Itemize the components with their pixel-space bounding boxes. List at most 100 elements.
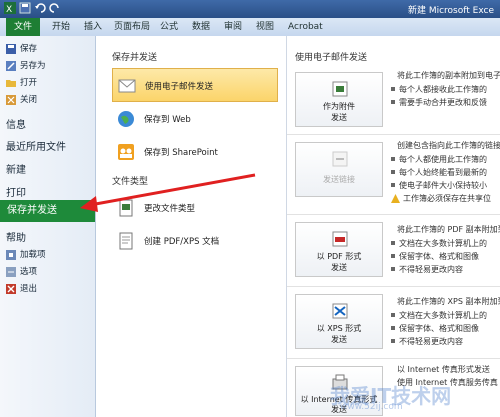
sidebar-item-save-as[interactable]: 另存为 bbox=[0, 57, 95, 75]
annotation-arrow bbox=[80, 173, 256, 212]
quick-access-toolbar: X bbox=[4, 2, 61, 15]
divider bbox=[287, 358, 500, 359]
sidebar-item-label: 打开 bbox=[20, 78, 38, 88]
sidebar-item-label: 另存为 bbox=[20, 61, 46, 71]
tab-home[interactable]: 开始 bbox=[48, 20, 74, 34]
save-qat-icon[interactable] bbox=[19, 2, 31, 14]
svg-text:X: X bbox=[6, 5, 12, 14]
divider bbox=[287, 286, 500, 287]
option-bullet: 每个人始终能看到最新的 bbox=[391, 168, 487, 177]
web-globe-icon bbox=[118, 111, 134, 127]
option-save-sharepoint[interactable]: 保存到 SharePoint bbox=[112, 135, 278, 169]
save-send-panel: 保存并发送 使用电子邮件发送 保存到 Web 保存到 SharePoint 文件… bbox=[96, 36, 287, 417]
save-icon bbox=[6, 44, 16, 54]
option-save-web[interactable]: 保存到 Web bbox=[112, 102, 278, 136]
sidebar-item-print[interactable]: 打印 bbox=[6, 184, 26, 199]
attachment-icon bbox=[332, 81, 348, 97]
divider bbox=[287, 134, 500, 135]
xps-icon bbox=[332, 303, 348, 319]
sidebar-item-addins[interactable]: 加载项 bbox=[0, 246, 95, 264]
option-bullet: 不得轻易更改内容 bbox=[391, 265, 463, 274]
send-link-button[interactable]: 发送链接 bbox=[295, 142, 383, 197]
sidebar-item-label: 保存 bbox=[20, 44, 38, 54]
undo-icon[interactable] bbox=[34, 2, 46, 14]
option-create-pdf-xps[interactable]: 创建 PDF/XPS 文档 bbox=[112, 224, 278, 258]
close-icon bbox=[6, 95, 16, 105]
tab-page-layout[interactable]: 页面布局 bbox=[110, 20, 154, 34]
option-label: 保存到 SharePoint bbox=[144, 148, 218, 158]
button-label: 以 XPS 形式 bbox=[316, 324, 362, 333]
sidebar-item-label: 退出 bbox=[20, 284, 38, 294]
option-send-email[interactable]: 使用电子邮件发送 bbox=[112, 68, 278, 102]
option-bullet: 不得轻易更改内容 bbox=[391, 337, 463, 346]
email-icon bbox=[118, 79, 136, 93]
tab-insert[interactable]: 插入 bbox=[80, 20, 106, 34]
open-folder-icon bbox=[6, 80, 16, 87]
tab-view[interactable]: 视图 bbox=[252, 20, 278, 34]
tab-data[interactable]: 数据 bbox=[188, 20, 214, 34]
option-bullet: 使电子邮件大小保持较小 bbox=[391, 181, 487, 190]
option-description: 以 Internet 传真形式发送 bbox=[397, 365, 490, 374]
save-as-icon bbox=[6, 61, 16, 71]
sidebar-item-new[interactable]: 新建 bbox=[6, 161, 26, 176]
watermark-url: www.52ij.com bbox=[340, 402, 403, 412]
button-label: 发送 bbox=[331, 263, 347, 272]
tab-file[interactable]: 文件 bbox=[6, 18, 41, 36]
backstage-sidebar: 保存 另存为 打开 关闭 信息 最近所用文件 新建 打印 保存并发送 帮助 加载… bbox=[0, 36, 96, 417]
warning-icon bbox=[391, 194, 400, 203]
sidebar-item-help[interactable]: 帮助 bbox=[6, 229, 26, 244]
option-label: 创建 PDF/XPS 文档 bbox=[144, 237, 220, 247]
option-bullet: 每个人都使用此工作簿的 bbox=[391, 155, 487, 164]
right-panel-title: 使用电子邮件发送 bbox=[295, 53, 368, 63]
send-as-xps-button[interactable]: 以 XPS 形式 发送 bbox=[295, 294, 383, 349]
addin-icon bbox=[6, 250, 16, 260]
option-label: 保存到 Web bbox=[144, 115, 191, 125]
sidebar-item-close[interactable]: 关闭 bbox=[0, 91, 95, 109]
option-bullet: 保留字体、格式和图像 bbox=[391, 252, 479, 261]
pdf-doc-icon bbox=[119, 232, 133, 250]
sidebar-item-exit[interactable]: 退出 bbox=[0, 280, 95, 298]
excel-logo-icon: X bbox=[4, 2, 16, 15]
button-label: 以 PDF 形式 bbox=[316, 252, 362, 261]
button-label: 作为附件 bbox=[323, 102, 355, 111]
tab-review[interactable]: 审阅 bbox=[220, 20, 246, 34]
link-icon bbox=[332, 151, 348, 167]
sidebar-item-label: 加载项 bbox=[20, 250, 46, 260]
option-bullet: 保留字体、格式和图像 bbox=[391, 324, 479, 333]
option-bullet: 文档在大多数计算机上的 bbox=[391, 311, 487, 320]
warning-text: 工作簿必须保存在共享位 bbox=[403, 194, 491, 203]
tab-formulas[interactable]: 公式 bbox=[156, 20, 182, 34]
option-description: 将此工作簿的副本附加到电子 bbox=[397, 71, 500, 80]
option-bullet: 需要手动合并更改和反馈 bbox=[391, 98, 487, 107]
option-description: 将此工作簿的 XPS 副本附加到 bbox=[397, 297, 500, 306]
divider bbox=[287, 214, 500, 215]
button-label: 发送 bbox=[331, 335, 347, 344]
tab-acrobat[interactable]: Acrobat bbox=[284, 20, 327, 34]
ribbon-tabs: 文件 开始 插入 页面布局 公式 数据 审阅 视图 Acrobat bbox=[0, 18, 500, 37]
option-label: 使用电子邮件发送 bbox=[145, 82, 214, 92]
option-bullet: 每个人都接收此工作簿的 bbox=[391, 85, 487, 94]
option-bullet: 文档在大多数计算机上的 bbox=[391, 239, 487, 248]
redo-icon[interactable] bbox=[49, 2, 61, 14]
button-label: 发送链接 bbox=[323, 175, 355, 184]
send-as-pdf-button[interactable]: 以 PDF 形式 发送 bbox=[295, 222, 383, 277]
option-description: 创建包含指向此工作簿的链接 bbox=[397, 141, 500, 150]
window-title: 新建 Microsoft Exce bbox=[407, 6, 494, 16]
sharepoint-icon bbox=[118, 144, 134, 160]
sidebar-item-save[interactable]: 保存 bbox=[0, 40, 95, 58]
sidebar-item-label: 关闭 bbox=[20, 95, 38, 105]
section-title-save-send: 保存并发送 bbox=[112, 53, 158, 63]
pdf-icon bbox=[332, 231, 348, 247]
options-icon bbox=[6, 267, 16, 277]
sidebar-item-options[interactable]: 选项 bbox=[0, 263, 95, 281]
sidebar-item-open[interactable]: 打开 bbox=[0, 74, 95, 92]
send-as-attachment-button[interactable]: 作为附件 发送 bbox=[295, 72, 383, 127]
title-bar: X 新建 Microsoft Exce bbox=[0, 0, 500, 18]
send-email-panel: 使用电子邮件发送 作为附件 发送 将此工作簿的副本附加到电子 每个人都接收此工作… bbox=[287, 36, 500, 417]
sidebar-item-recent[interactable]: 最近所用文件 bbox=[6, 138, 66, 153]
sidebar-item-info[interactable]: 信息 bbox=[6, 116, 26, 131]
sidebar-item-label: 选项 bbox=[20, 267, 38, 277]
button-label: 发送 bbox=[331, 113, 347, 122]
exit-icon bbox=[6, 284, 16, 294]
option-description: 将此工作簿的 PDF 副本附加到 bbox=[397, 225, 500, 234]
